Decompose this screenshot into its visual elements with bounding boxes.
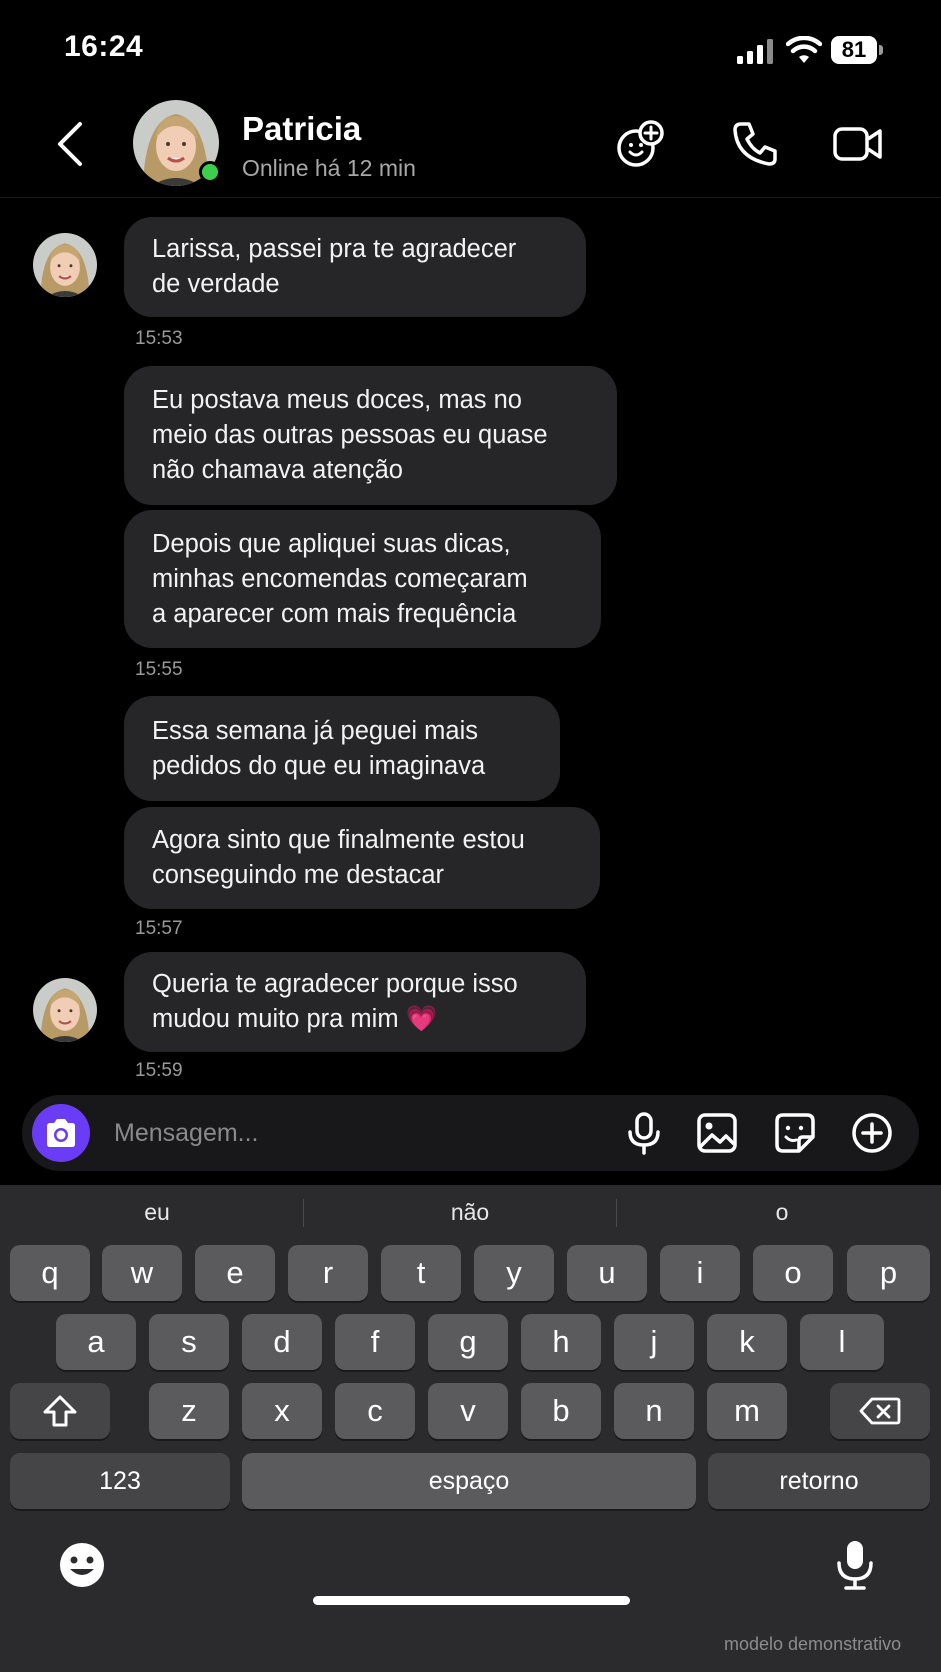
message-bubble[interactable]: Essa semana já peguei mais pedidos do qu… [124,696,560,801]
contact-status: Online há 12 min [242,155,416,181]
message-composer [22,1095,919,1171]
message-timestamp: 15:53 [135,328,183,349]
back-icon[interactable] [50,120,90,168]
add-sticker-button[interactable] [614,118,666,170]
message-bubble[interactable]: Depois que apliquei suas dicas, minhas e… [124,510,601,648]
message-input[interactable] [114,1113,534,1153]
key-p[interactable]: p [847,1245,930,1301]
key-r[interactable]: r [288,1245,368,1301]
key-f[interactable]: f [335,1314,415,1370]
key-o[interactable]: o [753,1245,833,1301]
key-e[interactable]: e [195,1245,275,1301]
gallery-icon[interactable] [695,1111,739,1155]
backspace-icon [859,1397,901,1425]
key-a[interactable]: a [56,1314,136,1370]
sticker-icon[interactable] [773,1111,817,1155]
key-s[interactable]: s [149,1314,229,1370]
key-x[interactable]: x [242,1383,322,1439]
return-key[interactable]: retorno [708,1453,930,1509]
status-bar: 16:24 81 [0,0,941,100]
key-w[interactable]: w [102,1245,182,1301]
key-l[interactable]: l [800,1314,884,1370]
key-b[interactable]: b [521,1383,601,1439]
suggestion-item[interactable]: não [370,1199,570,1226]
key-d[interactable]: d [242,1314,322,1370]
battery-icon: 81 [831,36,883,64]
online-indicator [199,161,221,183]
key-k[interactable]: k [707,1314,787,1370]
key-n[interactable]: n [614,1383,694,1439]
dictation-icon[interactable] [834,1539,876,1591]
add-sticker-icon [617,120,664,167]
video-call-button[interactable] [832,118,884,170]
message-timestamp: 15:55 [135,659,183,680]
shift-icon [43,1395,77,1427]
status-time: 16:24 [64,30,144,63]
key-z[interactable]: z [149,1383,229,1439]
key-g[interactable]: g [428,1314,508,1370]
cellular-signal-icon [737,39,773,64]
message-bubble[interactable]: Queria te agradecer porque isso mudou mu… [124,952,586,1052]
key-i[interactable]: i [660,1245,740,1301]
emoji-icon[interactable] [58,1541,106,1589]
sender-avatar[interactable] [33,978,97,1042]
watermark: modelo demonstrativo [724,1634,902,1654]
sender-avatar[interactable] [33,233,97,297]
suggestion-bar: eu não o [0,1185,941,1243]
video-icon [833,127,882,161]
phone-icon [733,122,777,166]
suggestion-item[interactable]: o [682,1199,882,1226]
message-timestamp: 15:57 [135,918,183,939]
numbers-key[interactable]: 123 [10,1453,230,1509]
chat-header: Patricia Online há 12 min [0,100,941,198]
key-c[interactable]: c [335,1383,415,1439]
message-bubble[interactable]: Larissa, passei pra te agradecer de verd… [124,217,586,317]
battery-level: 81 [841,37,867,62]
key-j[interactable]: j [614,1314,694,1370]
microphone-icon[interactable] [622,1111,666,1155]
message-bubble[interactable]: Eu postava meus doces, mas no meio das o… [124,366,617,505]
contact-name[interactable]: Patricia [242,110,361,148]
home-indicator[interactable] [313,1596,630,1605]
key-m[interactable]: m [707,1383,787,1439]
wifi-icon [786,36,822,63]
space-key[interactable]: espaço [242,1453,696,1509]
message-bubble[interactable]: Agora sinto que finalmente estou consegu… [124,807,600,909]
add-icon[interactable] [850,1111,894,1155]
key-y[interactable]: y [474,1245,554,1301]
key-u[interactable]: u [567,1245,647,1301]
key-t[interactable]: t [381,1245,461,1301]
backspace-key[interactable] [830,1383,930,1439]
call-button[interactable] [729,118,781,170]
shift-key[interactable] [10,1383,110,1439]
key-q[interactable]: q [10,1245,90,1301]
key-h[interactable]: h [521,1314,601,1370]
camera-icon [47,1119,75,1147]
message-timestamp: 15:59 [135,1060,183,1081]
key-v[interactable]: v [428,1383,508,1439]
suggestion-item[interactable]: eu [57,1199,257,1226]
camera-button[interactable] [32,1104,90,1162]
